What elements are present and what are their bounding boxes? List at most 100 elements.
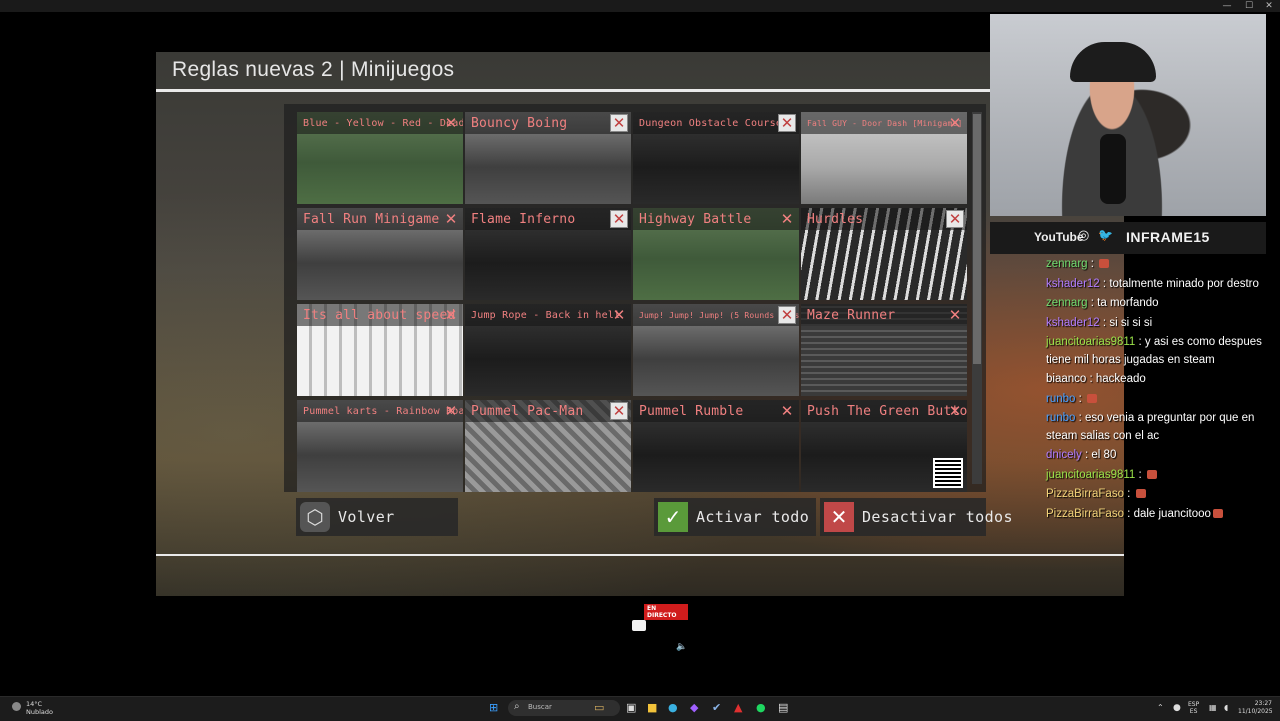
chat-username[interactable]: PizzaBirraFaso bbox=[1046, 488, 1124, 500]
minigame-name: Push The Green Button bbox=[807, 404, 967, 419]
chat-separator: : bbox=[1081, 449, 1092, 461]
network-icon[interactable]: ▦ bbox=[1209, 701, 1217, 715]
chat-text: hackeado bbox=[1095, 373, 1146, 385]
clock[interactable]: 23:27 11/10/2025 bbox=[1238, 700, 1273, 716]
widget-icon[interactable]: ▭ bbox=[594, 701, 604, 715]
disable-minigame-icon[interactable]: ✕ bbox=[947, 307, 963, 323]
minigame-tile[interactable]: Bouncy Boing ✕ bbox=[465, 112, 631, 204]
minigame-name: Hurdles bbox=[807, 212, 864, 227]
chat-username[interactable]: dnicely bbox=[1046, 449, 1082, 461]
minigame-tile[interactable]: Fall GUY - Door Dash [Minigame] ✕ bbox=[801, 112, 967, 204]
chat-username[interactable]: juancitoarias9811 bbox=[1046, 469, 1135, 481]
minigame-tile[interactable]: Pummel Pac-Man ✕ bbox=[465, 400, 631, 492]
chat-separator: : bbox=[1123, 507, 1134, 520]
disable-minigame-icon[interactable]: ✕ bbox=[443, 307, 459, 323]
clock-date: 11/10/2025 bbox=[1238, 708, 1273, 715]
chat-username[interactable]: runbo bbox=[1046, 412, 1075, 424]
live-badge: EN DIRECTO bbox=[644, 604, 688, 620]
minigame-name: Pummel Rumble bbox=[639, 404, 744, 419]
minigame-name: Maze Runner bbox=[807, 308, 896, 323]
minigame-name: Fall Run Minigame bbox=[303, 212, 440, 227]
minigame-tile[interactable]: Jump Rope - Back in hell ✕ bbox=[465, 304, 631, 396]
chat-text: dale juancitooo bbox=[1133, 507, 1211, 520]
chat-username[interactable]: zennarg bbox=[1046, 258, 1088, 270]
disable-minigame-icon[interactable]: ✕ bbox=[611, 307, 627, 323]
social-bar: YouTube ◎ 🐦 INFRAME15 bbox=[990, 222, 1266, 254]
minigame-tile[interactable]: Its all about speed ✕ bbox=[297, 304, 463, 396]
minigame-tile[interactable]: Blue - Yellow - Red - Dead ✕ bbox=[297, 112, 463, 204]
minigame-tile[interactable]: Highway Battle ✕ bbox=[633, 208, 799, 300]
disable-minigame-icon[interactable]: ✕ bbox=[779, 403, 795, 419]
chat-text: totalmente minado por destro bbox=[1109, 277, 1259, 290]
disable-minigame-icon[interactable]: ✕ bbox=[947, 403, 963, 419]
mic-tray-icon[interactable]: ● bbox=[1173, 701, 1181, 715]
disable-minigame-icon[interactable]: ✕ bbox=[947, 115, 963, 131]
chat-separator: : bbox=[1135, 468, 1145, 481]
minigame-label-bar: Dungeon Obstacle Course ✕ bbox=[633, 112, 799, 134]
chat-username[interactable]: kshader12 bbox=[1046, 317, 1100, 329]
weather-temp: 14°C bbox=[26, 700, 43, 708]
minigame-label-bar: Jump! Jump! Jump! (5 Rounds Version)✕ bbox=[633, 304, 799, 326]
minigame-name: Pummel karts - Rainbow Road bbox=[303, 406, 463, 417]
folder-icon[interactable]: ■ bbox=[647, 701, 657, 715]
grid-scroll-thumb[interactable] bbox=[973, 114, 981, 364]
disable-minigame-icon[interactable]: ✕ bbox=[610, 210, 628, 228]
disable-minigame-icon[interactable]: ✕ bbox=[779, 211, 795, 227]
minigame-tile[interactable]: Flame Inferno ✕ bbox=[465, 208, 631, 300]
disable-minigame-icon[interactable]: ✕ bbox=[610, 402, 628, 420]
disable-minigame-icon[interactable]: ✕ bbox=[946, 210, 964, 228]
disable-all-button[interactable]: ✕ Desactivar todos bbox=[820, 498, 1013, 536]
volume-tray-icon[interactable]: ◖ bbox=[1224, 701, 1228, 715]
maximize-icon[interactable]: ☐ bbox=[1240, 0, 1258, 12]
cross-icon: ✕ bbox=[824, 502, 854, 532]
chat-username[interactable]: runbo bbox=[1046, 393, 1075, 405]
chat-username[interactable]: juancitoarias9811 bbox=[1046, 336, 1135, 348]
stream-overlay: EN DIRECTO 🔈 bbox=[592, 600, 688, 658]
chat-username[interactable]: biaanco bbox=[1046, 373, 1086, 385]
chat-message: PizzaBirraFaso : bbox=[1046, 486, 1266, 504]
webcam-feed bbox=[990, 14, 1266, 216]
keyboard-language[interactable]: ESP ES bbox=[1188, 701, 1199, 715]
chat-username[interactable]: zennarg bbox=[1046, 297, 1088, 309]
minigame-tile[interactable]: Hurdles ✕ bbox=[801, 208, 967, 300]
minigame-tile[interactable]: Maze Runner ✕ bbox=[801, 304, 967, 396]
disable-minigame-icon[interactable]: ✕ bbox=[778, 114, 796, 132]
chat-username[interactable]: kshader12 bbox=[1046, 278, 1100, 290]
disable-minigame-icon[interactable]: ✕ bbox=[443, 211, 459, 227]
close-icon[interactable]: ✕ bbox=[1260, 0, 1278, 12]
minigame-tile[interactable]: Jump! Jump! Jump! (5 Rounds Version)✕ bbox=[633, 304, 799, 396]
minimize-icon[interactable]: — bbox=[1218, 0, 1236, 12]
minigame-tile[interactable]: Pummel Rumble ✕ bbox=[633, 400, 799, 492]
enable-all-label: Activar todo bbox=[696, 508, 810, 526]
enable-all-button[interactable]: ✓ Activar todo bbox=[654, 498, 816, 536]
search-placeholder: Buscar bbox=[528, 703, 552, 711]
back-button[interactable]: ⬡ Volver bbox=[296, 498, 458, 536]
disable-minigame-icon[interactable]: ✕ bbox=[443, 115, 459, 131]
edge-icon[interactable]: ● bbox=[668, 701, 678, 715]
minigame-name: Fall GUY - Door Dash [Minigame] bbox=[807, 119, 963, 128]
disable-minigame-icon[interactable]: ✕ bbox=[610, 114, 628, 132]
minigame-tile[interactable]: Push The Green Button ✕ bbox=[801, 400, 967, 492]
disable-minigame-icon[interactable]: ✕ bbox=[443, 403, 459, 419]
game-app-icon[interactable]: ▲ bbox=[734, 701, 742, 715]
minigame-tile[interactable]: Dungeon Obstacle Course ✕ bbox=[633, 112, 799, 204]
discord-icon[interactable]: ◆ bbox=[690, 701, 698, 715]
chat-separator: : bbox=[1087, 258, 1098, 270]
steam-icon[interactable]: ✔ bbox=[712, 701, 721, 715]
title-divider bbox=[156, 89, 990, 92]
minigame-name: Bouncy Boing bbox=[471, 116, 568, 131]
obs-icon[interactable]: ▤ bbox=[778, 701, 788, 715]
task-view-icon[interactable]: ▣ bbox=[626, 701, 636, 715]
search-icon: ⌕ bbox=[514, 701, 520, 712]
chat-text: el 80 bbox=[1091, 449, 1117, 461]
minigame-tile[interactable]: Fall Run Minigame ✕ bbox=[297, 208, 463, 300]
chat-message: PizzaBirraFaso : dale juancitooo bbox=[1046, 506, 1266, 524]
emote-icon bbox=[1212, 508, 1223, 518]
windows-start-icon[interactable]: ⊞ bbox=[489, 701, 498, 715]
spotify-icon[interactable]: ● bbox=[756, 701, 766, 715]
minigame-tile[interactable]: Pummel karts - Rainbow Road ✕ bbox=[297, 400, 463, 492]
tray-chevron-icon[interactable]: ⌃ bbox=[1157, 701, 1164, 715]
chat-username[interactable]: PizzaBirraFaso bbox=[1046, 508, 1124, 520]
weather-condition: Nublado bbox=[26, 708, 53, 716]
disable-minigame-icon[interactable]: ✕ bbox=[778, 306, 796, 324]
